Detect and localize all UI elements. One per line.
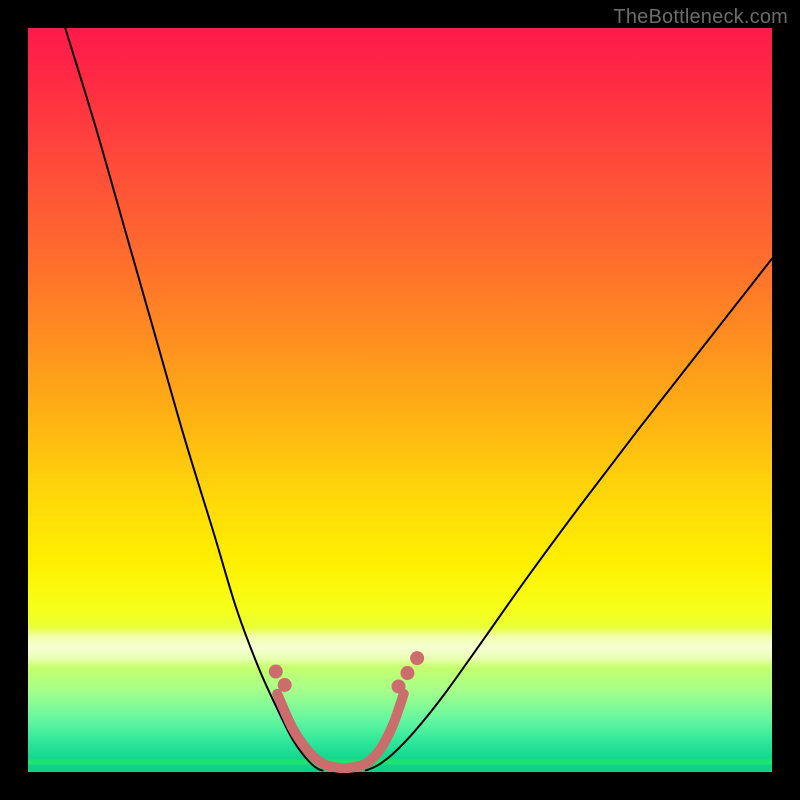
chart-frame: TheBottleneck.com (0, 0, 800, 800)
plot-svg (28, 28, 772, 772)
watermark-text: TheBottleneck.com (613, 6, 788, 29)
left-dots-point (278, 678, 292, 692)
right-dots-point (400, 666, 414, 680)
right-dots-point (392, 679, 406, 693)
right-ascending-curve (366, 259, 772, 771)
left-dots-point (269, 665, 283, 679)
trough-marker-outline (277, 694, 403, 768)
left-descending-curve (65, 28, 322, 771)
plot-area (28, 28, 772, 772)
series-group (65, 28, 772, 771)
right-dots-point (410, 651, 424, 665)
